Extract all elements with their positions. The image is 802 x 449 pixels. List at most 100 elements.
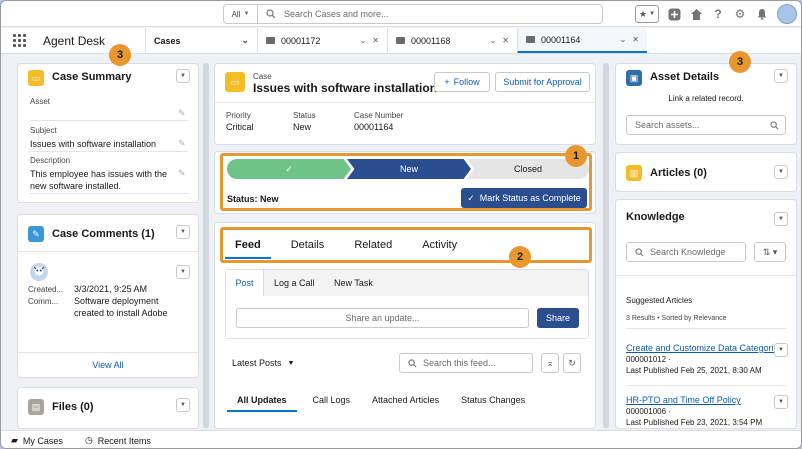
callout-box-tabs	[220, 227, 592, 263]
case-comments-card: ✎ Case Comments (1) ▼ ▼ Created... 3/3/2…	[17, 214, 199, 378]
search-icon	[408, 358, 417, 367]
highlight-value: New	[293, 122, 312, 132]
chevron-down-icon[interactable]: ⌄	[490, 36, 497, 45]
case-icon: ▭	[225, 72, 245, 92]
close-icon[interactable]: ✕	[632, 35, 639, 44]
follow-button[interactable]: + Follow	[434, 72, 490, 92]
article-menu-button[interactable]: ▼	[774, 343, 788, 357]
knowledge-sort-button[interactable]: ⇅ ▾	[754, 242, 786, 262]
submit-for-approval-button[interactable]: Submit for Approval	[495, 72, 590, 92]
workspace-tab-active[interactable]: 00001164 ⌄ ✕	[517, 28, 647, 53]
article-published: Last Published Feb 25, 2021, 8:30 AM	[626, 366, 762, 375]
favorites-button[interactable]: ★ ▼	[635, 5, 659, 23]
card-menu-button[interactable]: ▼	[774, 212, 788, 226]
case-icon	[396, 37, 405, 44]
object-label: Case	[253, 72, 272, 81]
middle-column-scrollbar[interactable]	[603, 63, 609, 428]
workspace-tab-label: 00001168	[411, 35, 451, 46]
chevron-down-icon[interactable]: ⌄	[241, 35, 249, 46]
feed-search-input[interactable]: Search this feed...	[399, 353, 533, 373]
publisher-tab-post[interactable]: Post	[226, 270, 264, 296]
workspace-tab[interactable]: 00001172 ⌄ ✕	[257, 28, 387, 53]
highlight-label: Priority	[226, 111, 251, 120]
publisher: Post Log a Call New Task	[225, 269, 589, 339]
article-published: Last Published Feb 23, 2021, 3:54 PM	[626, 418, 763, 427]
knowledge-search-input[interactable]: Search Knowledge	[626, 242, 746, 262]
case-icon	[526, 36, 535, 43]
chevron-down-icon[interactable]: ⌄	[360, 36, 367, 45]
comment-created-label: Created...	[28, 285, 64, 294]
search-input[interactable]: Search Cases and more...	[258, 9, 602, 19]
share-update-input[interactable]: Share an update...	[236, 308, 529, 328]
case-record-header: ▭ Case Issues with software installation…	[214, 63, 596, 145]
knowledge-search-placeholder: Search Knowledge	[650, 247, 726, 257]
publisher-tab-new-task[interactable]: New Task	[334, 270, 373, 296]
view-all-link[interactable]: View All	[18, 360, 198, 370]
user-avatar-icon	[30, 263, 48, 281]
briefcase-icon: ▰	[11, 435, 18, 445]
help-icon[interactable]: ?	[711, 7, 725, 21]
feed-filter-all-updates[interactable]: All Updates	[227, 395, 297, 412]
feed-filter-status-changes[interactable]: Status Changes	[451, 395, 535, 412]
left-column-scrollbar[interactable]	[203, 63, 209, 428]
star-icon: ★	[638, 8, 648, 19]
share-button[interactable]: Share	[537, 308, 579, 328]
pencil-icon[interactable]: ✎	[178, 138, 186, 149]
comment-menu-button[interactable]: ▼	[176, 265, 190, 279]
search-scope-dropdown[interactable]: All ▼	[224, 5, 258, 23]
utility-item-recent-items[interactable]: ◷ Recent Items	[85, 435, 151, 446]
workspace-tab[interactable]: 00001168 ⌄ ✕	[387, 28, 517, 53]
comment-body-label: Comm...	[28, 297, 59, 306]
comment-created-value: 3/3/2021, 9:25 AM	[74, 284, 148, 294]
user-avatar[interactable]	[777, 4, 797, 24]
link-record-text: Link a related record.	[668, 94, 744, 103]
highlight-label: Case Number	[354, 111, 404, 120]
object-tab-cases[interactable]: Cases ⌄	[145, 28, 257, 53]
asset-search-input[interactable]: Search assets...	[626, 115, 786, 135]
feed-filter-call-logs[interactable]: Call Logs	[303, 395, 361, 412]
record-title: Issues with software installation	[253, 81, 438, 95]
search-placeholder: Search Cases and more...	[284, 9, 389, 19]
highlight-value: 00001164	[354, 122, 394, 132]
app-window: All ▼ Search Cases and more... ★ ▼ ? ⚙ A…	[0, 0, 802, 449]
chevron-down-icon[interactable]: ⌄	[620, 35, 627, 44]
feed-filter-attached-articles[interactable]: Attached Articles	[362, 395, 449, 412]
close-icon[interactable]: ✕	[372, 36, 379, 45]
case-summary-card: ▭ Case Summary ▼ Asset ✎ Subject Issues …	[17, 63, 199, 203]
global-search[interactable]: All ▼ Search Cases and more...	[223, 4, 603, 24]
highlight-label: Status	[293, 111, 316, 120]
divider	[18, 352, 198, 353]
feed-search-placeholder: Search this feed...	[423, 358, 496, 368]
object-tab-label: Cases	[154, 35, 181, 46]
feed-sort-dropdown[interactable]: Latest Posts ▼	[232, 358, 294, 368]
card-menu-button[interactable]: ▼	[176, 398, 190, 412]
card-menu-button[interactable]: ▼	[774, 69, 788, 83]
feed-filters: All Updates Call Logs Attached Articles …	[227, 395, 535, 412]
card-title: Case Comments (1)	[52, 228, 155, 240]
article-link[interactable]: Create and Customize Data Categories	[626, 343, 783, 353]
article-link[interactable]: HR-PTO and Time Off Policy	[626, 395, 741, 405]
callout-badge: 3	[109, 44, 131, 66]
publisher-tab-log-call[interactable]: Log a Call	[274, 270, 315, 296]
card-title: Case Summary	[52, 71, 132, 83]
pencil-icon[interactable]: ✎	[178, 168, 186, 179]
divider	[30, 151, 188, 152]
article-menu-button[interactable]: ▼	[774, 395, 788, 409]
card-menu-button[interactable]: ▼	[774, 165, 788, 179]
plus-icon: +	[444, 77, 450, 87]
card-title: Files (0)	[52, 401, 94, 413]
card-menu-button[interactable]: ▼	[176, 225, 190, 239]
bell-icon[interactable]	[755, 7, 769, 21]
app-launcher-button[interactable]	[1, 28, 37, 53]
pencil-icon[interactable]: ✎	[178, 108, 186, 119]
refresh-icon[interactable]: ↻	[563, 353, 581, 373]
gear-icon[interactable]: ⚙	[733, 7, 747, 21]
add-icon[interactable]	[667, 7, 681, 21]
divider	[215, 102, 595, 103]
card-menu-button[interactable]: ▼	[176, 69, 190, 83]
chevron-down-icon: ▼	[243, 11, 250, 17]
trailhead-icon[interactable]	[689, 7, 703, 21]
feed-filter-button[interactable]: ⌅	[541, 353, 559, 373]
close-icon[interactable]: ✕	[502, 36, 509, 45]
utility-item-my-cases[interactable]: ▰ My Cases	[11, 435, 63, 446]
